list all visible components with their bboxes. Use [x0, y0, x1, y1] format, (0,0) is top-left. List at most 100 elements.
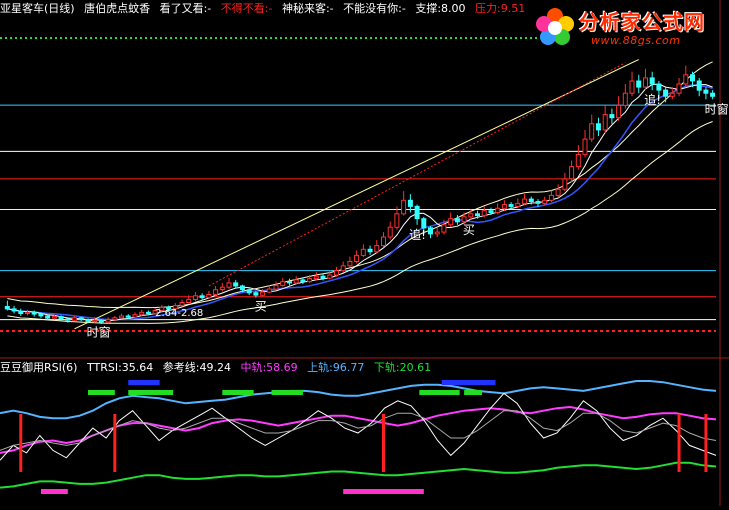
- candle-body-2: [18, 310, 24, 315]
- candle-body-55: [374, 245, 380, 253]
- candle-body-1: [11, 308, 17, 312]
- candle-body-103: [696, 80, 702, 91]
- rsi-blue-block-0: [128, 380, 160, 385]
- sub-item-3: 上轨:96.77: [307, 361, 365, 374]
- sub-item-0: TTRSI:35.64: [86, 361, 154, 374]
- annotation-1: 时窗: [705, 102, 729, 116]
- flower-icon: [536, 8, 574, 45]
- candle-body-67: [454, 218, 460, 223]
- header-item-1: 不得不看:-: [220, 2, 273, 15]
- candle-body-87: [589, 123, 595, 140]
- candle-body-50: [340, 265, 346, 272]
- candle-body-84: [569, 166, 575, 180]
- candle-body-88: [595, 123, 601, 131]
- candle-body-29: [199, 295, 205, 299]
- candle-body-17: [119, 315, 124, 319]
- candle-body-32: [219, 286, 225, 291]
- candle-body-76: [515, 202, 521, 207]
- main-header: 亚星客车(日线) 唐伯虎点蚊香 看了又看:- 不得不看:- 神秘来客:- 不能没…: [0, 2, 531, 15]
- candle-body-37: [253, 292, 259, 296]
- candle-body-15: [105, 319, 111, 323]
- candle-body-40: [273, 284, 279, 290]
- candle-body-57: [387, 226, 393, 238]
- candle-body-105: [710, 92, 716, 97]
- candle-body-4: [31, 311, 37, 315]
- candle-body-33: [226, 282, 232, 288]
- candle-body-54: [367, 248, 373, 253]
- candle-body-60: [407, 199, 413, 207]
- candle-body-30: [206, 294, 212, 299]
- logo-name: 分析家公式网: [579, 10, 705, 34]
- candle-body-56: [381, 236, 386, 247]
- annotation-3: 追!: [644, 92, 661, 107]
- candle-body-75: [508, 204, 514, 207]
- candle-body-83: [562, 178, 568, 190]
- candle-body-48: [327, 274, 333, 279]
- candle-body-28: [192, 295, 198, 300]
- candle-body-68: [461, 216, 467, 223]
- candle-body-58: [394, 213, 400, 228]
- annotation-4: 买: [255, 299, 267, 313]
- candle-body-98: [663, 89, 669, 97]
- candle-body-52: [354, 254, 360, 262]
- indicator-name: 唐伯虎点蚊香: [84, 2, 151, 15]
- candle-body-0: [4, 306, 10, 310]
- rsi-green-block-0: [87, 390, 115, 395]
- stock-title: 亚星客车(日线): [0, 2, 75, 15]
- candle-body-31: [213, 289, 219, 296]
- candle-body-13: [92, 319, 98, 322]
- annotation-2: 追!: [409, 227, 426, 242]
- header-item-2: 神秘来客:-: [281, 2, 334, 15]
- sub-title: 豆豆御用RSI(6): [0, 361, 78, 374]
- candle-body-53: [360, 248, 366, 256]
- candle-body-62: [421, 218, 427, 229]
- candle-body-101: [683, 74, 689, 85]
- annotation-0: 时窗: [87, 326, 111, 340]
- sub-item-4: 下轨:20.61: [373, 361, 432, 374]
- candle-body-11: [78, 317, 84, 321]
- value-label: 2.64-2.68: [155, 308, 203, 319]
- candle-body-93: [629, 80, 635, 94]
- candle-body-16: [112, 317, 118, 321]
- candle-body-100: [676, 83, 682, 94]
- candle-body-71: [481, 210, 487, 217]
- candle-body-44: [300, 279, 306, 283]
- rsi-magenta-block-0: [40, 489, 68, 494]
- candle-body-89: [602, 114, 608, 131]
- candle-body-46: [313, 275, 319, 280]
- candle-body-12: [85, 319, 91, 322]
- candle-body-70: [475, 213, 480, 217]
- candle-body-80: [542, 199, 548, 204]
- site-logo: 分析家公式网 www.88gs.com: [533, 4, 723, 52]
- candle-body-6: [45, 315, 51, 319]
- candle-body-21: [145, 311, 151, 314]
- annotation-5: 买: [463, 223, 475, 237]
- candle-body-20: [139, 311, 145, 316]
- candle-body-92: [622, 92, 628, 106]
- header-item-3: 不能没有你:-: [343, 2, 406, 15]
- candle-body-69: [468, 213, 474, 218]
- candle-body-78: [528, 198, 534, 203]
- candle-body-47: [320, 275, 326, 279]
- candle-body-26: [179, 302, 185, 307]
- candle-body-63: [428, 227, 433, 235]
- candle-body-85: [575, 153, 581, 168]
- candle-body-35: [239, 285, 245, 291]
- candle-body-27: [186, 298, 192, 303]
- header-item-5: 压力:9.51: [475, 2, 526, 15]
- candle-body-41: [280, 281, 286, 286]
- header-item-0: 看了又看:-: [159, 2, 212, 15]
- candle-body-9: [65, 318, 71, 321]
- candle-body-95: [643, 77, 648, 88]
- candle-body-36: [246, 289, 252, 294]
- sub-item-2: 中轨:58.69: [240, 361, 298, 374]
- candle-body-64: [434, 231, 440, 235]
- chart-stage: 时窗 时窗 追! 追! 买买 2.64-2.68 亚星客车(日线) 唐伯虎点蚊香 看了又看…: [0, 0, 729, 506]
- chart-svg: 时窗时窗追!追!买买2.64-2.68: [0, 0, 729, 506]
- candle-body-61: [414, 205, 420, 220]
- candle-body-19: [132, 314, 138, 318]
- candle-body-73: [495, 207, 501, 214]
- candle-body-74: [501, 204, 507, 209]
- candle-body-72: [488, 210, 494, 213]
- candle-body-102: [690, 74, 695, 82]
